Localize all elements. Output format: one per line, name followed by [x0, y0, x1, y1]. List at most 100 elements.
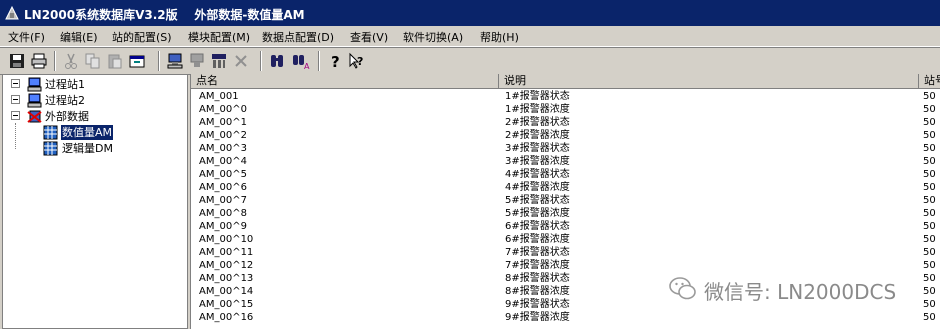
cell-name: AM_00^8 — [199, 208, 247, 219]
title-bar: LN2000系统数据库V3.2版 外部数据-数值量AM — [0, 0, 940, 26]
table-row[interactable]: AM_00^8 5#报警器浓度 50 — [191, 207, 940, 220]
external-data-icon — [27, 110, 42, 123]
tree-panel: 过程站1 过程站2 外部数据 数值量AM 逻辑量DM — [2, 74, 188, 329]
table-row[interactable]: AM_00^7 5#报警器状态 50 — [191, 194, 940, 207]
cell-name: AM_00^5 — [199, 169, 247, 180]
watermark: 微信号: LN2000DCS — [668, 272, 928, 306]
menu-module[interactable]: 模块配置(M) — [188, 29, 250, 45]
save-icon[interactable] — [8, 52, 26, 70]
tree-node-label: 过程站2 — [45, 94, 85, 107]
table-row[interactable]: AM_00^12 7#报警器浓度 50 — [191, 259, 940, 272]
cell-station: 50 — [923, 117, 936, 128]
tree-node-label: 外部数据 — [45, 110, 89, 123]
cell-name: AM_00^7 — [199, 195, 247, 206]
cell-description: 1#报警器状态 — [505, 91, 570, 102]
cell-description: 8#报警器浓度 — [505, 286, 570, 297]
collapse-icon[interactable] — [11, 111, 20, 120]
menu-view[interactable]: 查看(V) — [350, 29, 388, 45]
help-icon[interactable]: ? — [326, 52, 344, 70]
menu-file[interactable]: 文件(F) — [8, 29, 45, 45]
table-row[interactable]: AM_00^2 2#报警器浓度 50 — [191, 129, 940, 142]
cell-description: 5#报警器浓度 — [505, 208, 570, 219]
cell-station: 50 — [923, 182, 936, 193]
toolbar-separator — [158, 51, 160, 71]
cell-description: 2#报警器浓度 — [505, 130, 570, 141]
menu-bar: 文件(F) 编辑(E) 站的配置(S) 模块配置(M) 数据点配置(D) 查看(… — [0, 26, 940, 47]
properties-icon[interactable] — [128, 52, 146, 70]
table-icon — [43, 125, 58, 140]
table-row[interactable]: AM_00^3 3#报警器状态 50 — [191, 142, 940, 155]
print-icon[interactable] — [30, 52, 48, 70]
toolbar-separator — [260, 51, 262, 71]
menu-edit[interactable]: 编辑(E) — [60, 29, 98, 45]
cell-name: AM_00^9 — [199, 221, 247, 232]
find-icon[interactable] — [268, 52, 286, 70]
cell-name: AM_00^2 — [199, 130, 247, 141]
paste-icon[interactable] — [106, 52, 124, 70]
copy-icon[interactable] — [84, 52, 102, 70]
replace-icon[interactable]: A — [292, 52, 310, 70]
tree-node-label: 数值量AM — [61, 125, 114, 140]
table-row[interactable]: AM_00^16 9#报警器浓度 50 — [191, 311, 940, 324]
context-help-icon[interactable]: ? — [348, 52, 366, 70]
cell-station: 50 — [923, 104, 936, 115]
table-row[interactable]: AM_00^6 4#报警器浓度 50 — [191, 181, 940, 194]
cell-description: 2#报警器状态 — [505, 117, 570, 128]
svg-text:?: ? — [331, 53, 340, 70]
delete-station-icon[interactable] — [188, 52, 206, 70]
table-row[interactable]: AM_00^11 7#报警器状态 50 — [191, 246, 940, 259]
cell-name: AM_00^14 — [199, 286, 254, 297]
station-icon — [27, 77, 42, 92]
menu-switch[interactable]: 软件切换(A) — [403, 29, 463, 45]
table-row[interactable]: AM_00^4 3#报警器浓度 50 — [191, 155, 940, 168]
cell-name: AM_00^0 — [199, 104, 247, 115]
window-title: LN2000系统数据库V3.2版 外部数据-数值量AM — [24, 8, 305, 22]
column-header-name[interactable]: 点名 — [191, 74, 499, 89]
cell-description: 5#报警器状态 — [505, 195, 570, 206]
cell-station: 50 — [923, 91, 936, 102]
cell-description: 6#报警器状态 — [505, 221, 570, 232]
cell-description: 4#报警器状态 — [505, 169, 570, 180]
cell-station: 50 — [923, 260, 936, 271]
cell-name: AM_00^4 — [199, 156, 247, 167]
cell-description: 1#报警器浓度 — [505, 104, 570, 115]
table-row[interactable]: AM_00^1 2#报警器状态 50 — [191, 116, 940, 129]
toolbar: A ? ? — [0, 47, 940, 75]
watermark-text: 微信号: LN2000DCS — [704, 280, 897, 304]
add-station-icon[interactable] — [166, 52, 184, 70]
svg-text:?: ? — [357, 55, 363, 68]
menu-datapoint[interactable]: 数据点配置(D) — [262, 29, 334, 45]
cell-name: AM_00^16 — [199, 312, 254, 323]
toolbar-separator — [318, 51, 320, 71]
cell-name: AM_00^10 — [199, 234, 254, 245]
cell-description: 9#报警器浓度 — [505, 312, 570, 323]
cell-station: 50 — [923, 247, 936, 258]
cell-station: 50 — [923, 156, 936, 167]
cell-station: 50 — [923, 221, 936, 232]
cell-station: 50 — [923, 169, 936, 180]
column-header-desc[interactable]: 说明 — [499, 74, 919, 89]
add-module-icon[interactable] — [210, 52, 228, 70]
column-header-station[interactable]: 站号 — [919, 74, 940, 89]
cell-station: 50 — [923, 312, 936, 323]
collapse-icon[interactable] — [11, 79, 20, 88]
table-row[interactable]: AM_00^9 6#报警器状态 50 — [191, 220, 940, 233]
cell-name: AM_00^1 — [199, 117, 247, 128]
cell-description: 4#报警器浓度 — [505, 182, 570, 193]
table-row[interactable]: AM_00^5 4#报警器状态 50 — [191, 168, 940, 181]
tree-node-label: 逻辑量DM — [62, 142, 113, 155]
cell-name: AM_00^6 — [199, 182, 247, 193]
delete-icon[interactable] — [232, 52, 250, 70]
cell-station: 50 — [923, 208, 936, 219]
cut-icon[interactable] — [62, 52, 80, 70]
cell-description: 3#报警器浓度 — [505, 156, 570, 167]
table-row[interactable]: AM_00^0 1#报警器浓度 50 — [191, 103, 940, 116]
menu-help[interactable]: 帮助(H) — [480, 29, 519, 45]
table-row[interactable]: AM_001 1#报警器状态 50 — [191, 90, 940, 103]
menu-station[interactable]: 站的配置(S) — [112, 29, 172, 45]
table-row[interactable]: AM_00^10 6#报警器浓度 50 — [191, 233, 940, 246]
toolbar-separator — [54, 51, 56, 71]
cell-name: AM_00^12 — [199, 260, 254, 271]
collapse-icon[interactable] — [11, 95, 20, 104]
cell-name: AM_00^3 — [199, 143, 247, 154]
